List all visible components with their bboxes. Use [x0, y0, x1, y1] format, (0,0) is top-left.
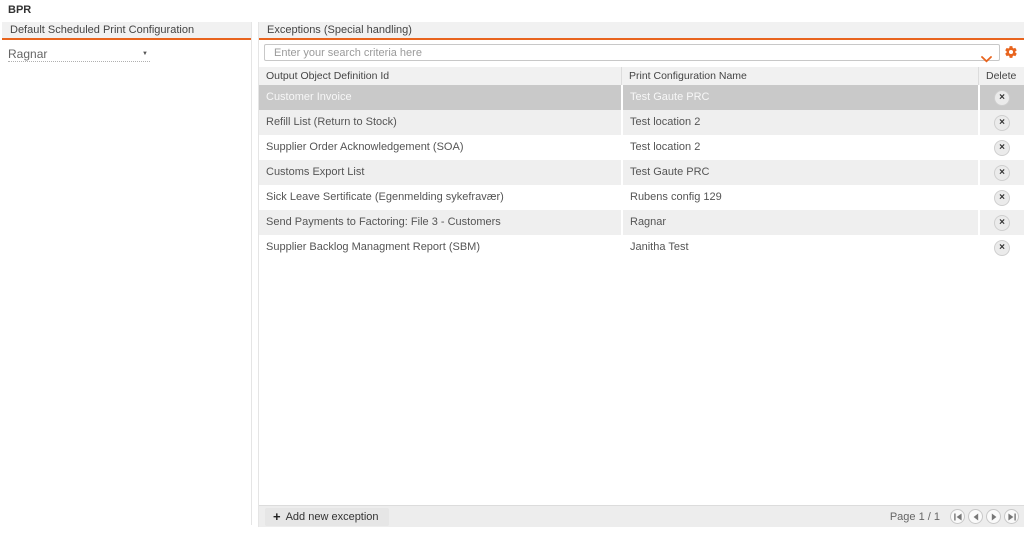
output-object-cell: Refill List (Return to Stock) [259, 110, 621, 135]
table-body: Customer InvoiceTest Gaute PRC×Refill Li… [259, 85, 1024, 260]
output-object-cell: Supplier Order Acknowledgement (SOA) [259, 135, 621, 160]
print-config-cell: Test location 2 [621, 135, 978, 160]
exceptions-panel-header: Exceptions (Special handling) [259, 22, 1024, 40]
plus-icon: + [273, 510, 281, 523]
delete-cell: × [978, 210, 1024, 235]
delete-row-button[interactable]: × [994, 90, 1010, 106]
output-object-cell: Send Payments to Factoring: File 3 - Cus… [259, 210, 621, 235]
table-row[interactable]: Customs Export ListTest Gaute PRC × [259, 160, 1024, 185]
print-config-cell: Rubens config 129 [621, 185, 978, 210]
left-panel-header: Default Scheduled Print Configuration [2, 22, 251, 40]
dropdown-value: Ragnar [8, 47, 47, 61]
delete-row-button[interactable]: × [994, 190, 1010, 206]
table-row[interactable]: Customer InvoiceTest Gaute PRC × [259, 85, 1024, 110]
chevron-down-icon: ▼ [142, 51, 150, 57]
pagination: Page 1 / 1 [890, 509, 1024, 524]
gear-icon[interactable] [1003, 45, 1018, 60]
page-title: BPR [8, 4, 31, 16]
delete-cell: × [978, 185, 1024, 210]
output-object-cell: Supplier Backlog Managment Report (SBM) [259, 235, 621, 260]
delete-cell: × [978, 85, 1024, 110]
delete-cell: × [978, 110, 1024, 135]
column-header-output-object[interactable]: Output Object Definition Id [259, 67, 621, 85]
search-row [259, 44, 1024, 62]
exceptions-footer: + Add new exception Page 1 / 1 [259, 505, 1024, 527]
print-config-cell: Test Gaute PRC [621, 85, 978, 110]
table-row[interactable]: Sick Leave Sertificate (Egenmelding syke… [259, 185, 1024, 210]
output-object-cell: Customer Invoice [259, 85, 621, 110]
delete-cell: × [978, 135, 1024, 160]
print-config-cell: Ragnar [621, 210, 978, 235]
table-row[interactable]: Supplier Backlog Managment Report (SBM)J… [259, 235, 1024, 260]
page-indicator: Page 1 / 1 [890, 511, 940, 523]
delete-row-button[interactable]: × [994, 165, 1010, 181]
delete-cell: × [978, 235, 1024, 260]
default-print-config-panel: Default Scheduled Print Configuration Ra… [2, 22, 252, 525]
last-page-button[interactable] [1004, 509, 1019, 524]
table-row[interactable]: Send Payments to Factoring: File 3 - Cus… [259, 210, 1024, 235]
add-new-exception-label: Add new exception [286, 511, 379, 523]
search-input[interactable] [265, 45, 999, 60]
print-config-cell: Test location 2 [621, 110, 978, 135]
exceptions-panel-title: Exceptions (Special handling) [267, 24, 412, 36]
next-page-button[interactable] [986, 509, 1001, 524]
previous-page-button[interactable] [968, 509, 983, 524]
table-row[interactable]: Refill List (Return to Stock)Test locati… [259, 110, 1024, 135]
output-object-cell: Sick Leave Sertificate (Egenmelding syke… [259, 185, 621, 210]
add-new-exception-button[interactable]: + Add new exception [265, 508, 389, 526]
search-input-wrapper [264, 44, 1000, 61]
output-object-cell: Customs Export List [259, 160, 621, 185]
print-config-cell: Janitha Test [621, 235, 978, 260]
left-panel-title: Default Scheduled Print Configuration [10, 24, 194, 36]
print-config-cell: Test Gaute PRC [621, 160, 978, 185]
table-row[interactable]: Supplier Order Acknowledgement (SOA)Test… [259, 135, 1024, 160]
table-header: Output Object Definition Id Print Config… [259, 67, 1024, 85]
delete-cell: × [978, 160, 1024, 185]
delete-row-button[interactable]: × [994, 215, 1010, 231]
default-print-config-dropdown[interactable]: Ragnar ▼ [8, 46, 150, 62]
chevron-down-icon[interactable] [981, 50, 992, 68]
column-header-delete: Delete [978, 67, 1024, 85]
first-page-button[interactable] [950, 509, 965, 524]
exceptions-panel: Exceptions (Special handling) Output Obj… [258, 22, 1024, 527]
column-header-print-config[interactable]: Print Configuration Name [621, 67, 978, 85]
delete-row-button[interactable]: × [994, 240, 1010, 256]
delete-row-button[interactable]: × [994, 115, 1010, 131]
delete-row-button[interactable]: × [994, 140, 1010, 156]
